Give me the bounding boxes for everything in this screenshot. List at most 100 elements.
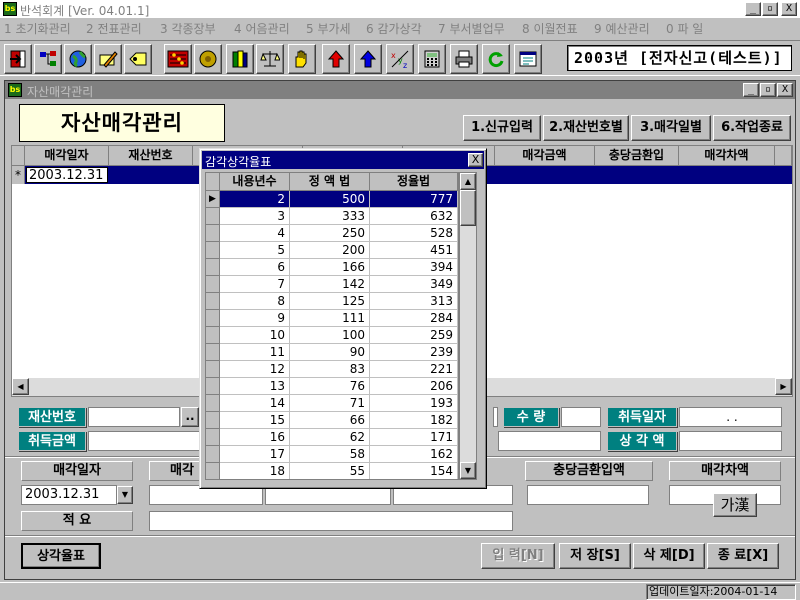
acquisition-amount-aux-input[interactable] [498, 431, 601, 451]
exit-button[interactable]: 종 료[X] [707, 543, 779, 569]
table-row[interactable]: 13 76 206 [206, 378, 458, 395]
straight-line-cell[interactable]: 250 [290, 225, 370, 242]
menu-init[interactable]: 1 초기화관리 [4, 20, 71, 37]
col-sale-difference[interactable]: 매각차액 [679, 146, 775, 166]
popup-close-button[interactable]: X [468, 153, 483, 167]
table-row[interactable]: 8 125 313 [206, 293, 458, 310]
scroll-right-icon[interactable]: ▶ [775, 378, 792, 395]
straight-line-cell[interactable]: 83 [290, 361, 370, 378]
menu-carryover[interactable]: 8 이월전표 [522, 20, 578, 37]
useful-life-cell[interactable]: 11 [220, 344, 290, 361]
menu-departments[interactable]: 7 부서별업무 [438, 20, 505, 37]
table-row[interactable]: 9 111 284 [206, 310, 458, 327]
declining-balance-cell[interactable]: 528 [370, 225, 458, 242]
straight-line-cell[interactable]: 333 [290, 208, 370, 225]
save-button[interactable]: 저 장[S] [559, 543, 631, 569]
table-row[interactable]: 10 100 259 [206, 327, 458, 344]
hand-icon[interactable] [288, 44, 316, 74]
books-icon[interactable] [226, 44, 254, 74]
useful-life-cell[interactable]: 15 [220, 412, 290, 429]
declining-balance-cell[interactable]: 777 [370, 191, 458, 208]
scroll-thumb[interactable] [460, 190, 476, 226]
straight-line-cell[interactable]: 58 [290, 446, 370, 463]
useful-life-cell[interactable]: 9 [220, 310, 290, 327]
up-red-arrow-icon[interactable] [322, 44, 350, 74]
reserve-reversal-input[interactable] [527, 485, 649, 505]
table-row[interactable]: 4 250 528 [206, 225, 458, 242]
table-row[interactable]: 15 66 182 [206, 412, 458, 429]
close-button[interactable]: X [781, 2, 797, 16]
useful-life-cell[interactable]: 6 [220, 259, 290, 276]
col-sale-date[interactable]: 매각일자 [25, 146, 109, 166]
useful-life-cell[interactable]: 17 [220, 446, 290, 463]
declining-balance-cell[interactable]: 162 [370, 446, 458, 463]
declining-balance-cell[interactable]: 632 [370, 208, 458, 225]
table-row[interactable]: 7 142 349 [206, 276, 458, 293]
menu-file[interactable]: 0 파 일 [666, 20, 703, 37]
declining-balance-cell[interactable]: 349 [370, 276, 458, 293]
declining-balance-cell[interactable]: 284 [370, 310, 458, 327]
row-sale-date-cell[interactable]: 2003.12.31 [26, 167, 108, 183]
ime-toggle-button[interactable]: 가漢 [713, 493, 757, 517]
useful-life-cell[interactable]: 2 [220, 191, 290, 208]
declining-balance-cell[interactable]: 394 [370, 259, 458, 276]
table-row[interactable]: 6 166 394 [206, 259, 458, 276]
declining-balance-cell[interactable]: 182 [370, 412, 458, 429]
menu-voucher[interactable]: 2 전표관리 [86, 20, 142, 37]
memo-input[interactable] [149, 511, 513, 531]
straight-line-cell[interactable]: 500 [290, 191, 370, 208]
depreciation-amount-input[interactable] [679, 431, 782, 451]
declining-balance-cell[interactable]: 171 [370, 429, 458, 446]
straight-line-cell[interactable]: 111 [290, 310, 370, 327]
useful-life-cell[interactable]: 16 [220, 429, 290, 446]
printer-icon[interactable] [450, 44, 478, 74]
end-work-button[interactable]: 6.작업종료 [713, 115, 791, 141]
depreciation-rate-table-button[interactable]: 상각율표 [21, 543, 101, 569]
straight-line-cell[interactable]: 71 [290, 395, 370, 412]
asset-no-input[interactable] [88, 407, 180, 427]
quantity-input[interactable] [561, 407, 601, 427]
straight-line-cell[interactable]: 100 [290, 327, 370, 344]
table-row[interactable]: 14 71 193 [206, 395, 458, 412]
straight-line-cell[interactable]: 55 [290, 463, 370, 479]
calculator-icon[interactable] [418, 44, 446, 74]
menu-vat[interactable]: 5 부가세 [306, 20, 351, 37]
delete-button[interactable]: 삭 제[D] [633, 543, 705, 569]
scale-icon[interactable] [256, 44, 284, 74]
useful-life-cell[interactable]: 7 [220, 276, 290, 293]
col-declining-balance[interactable]: 정율법 [370, 173, 458, 191]
table-row[interactable]: 3 333 632 [206, 208, 458, 225]
asset-lookup-button[interactable]: .. [181, 407, 199, 427]
declining-balance-cell[interactable]: 259 [370, 327, 458, 344]
scroll-left-icon[interactable]: ◀ [12, 378, 29, 395]
declining-balance-cell[interactable]: 206 [370, 378, 458, 395]
useful-life-cell[interactable]: 14 [220, 395, 290, 412]
straight-line-cell[interactable]: 142 [290, 276, 370, 293]
menu-depreciation[interactable]: 6 감가상각 [366, 20, 422, 37]
acquisition-amount-input[interactable] [88, 431, 200, 451]
table-row[interactable]: ▶ 2 500 777 [206, 191, 458, 208]
xyz-icon[interactable]: xyz [386, 44, 414, 74]
rate-table-scrollbar[interactable]: ▲ ▼ [459, 172, 477, 480]
col-asset-no[interactable]: 재산번호 [109, 146, 193, 166]
col-sale-amount[interactable]: 매각금액 [495, 146, 595, 166]
table-row[interactable]: 5 200 451 [206, 242, 458, 259]
exit-icon[interactable] [4, 44, 32, 74]
scroll-up-icon[interactable]: ▲ [460, 173, 476, 190]
useful-life-cell[interactable]: 4 [220, 225, 290, 242]
tree-icon[interactable] [34, 44, 62, 74]
by-sale-date-button[interactable]: 3.매각일별 [631, 115, 711, 141]
useful-life-cell[interactable]: 3 [220, 208, 290, 225]
date-dropdown-icon[interactable]: ▼ [117, 486, 133, 504]
declining-balance-cell[interactable]: 451 [370, 242, 458, 259]
straight-line-cell[interactable]: 62 [290, 429, 370, 446]
menu-ledgers[interactable]: 3 각종장부 [160, 20, 216, 37]
declining-balance-cell[interactable]: 221 [370, 361, 458, 378]
child-minimize-button[interactable]: _ [743, 83, 759, 97]
col-useful-life[interactable]: 내용년수 [220, 173, 290, 191]
acquisition-date-input[interactable]: . . [679, 407, 782, 427]
useful-life-cell[interactable]: 13 [220, 378, 290, 395]
useful-life-cell[interactable]: 18 [220, 463, 290, 479]
report-icon[interactable] [514, 44, 542, 74]
child-close-button[interactable]: X [777, 83, 793, 97]
